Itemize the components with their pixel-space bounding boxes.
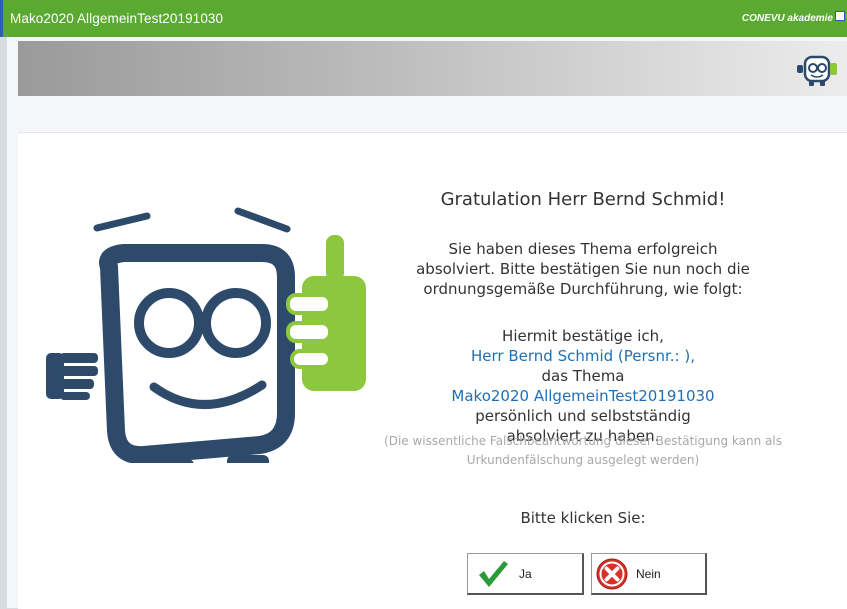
red-x-icon — [596, 558, 628, 590]
brand-label: CONEVU akademie — [741, 13, 833, 24]
no-button[interactable]: Nein — [591, 553, 707, 595]
conevu-logo-icon — [797, 55, 837, 86]
confirm-line: persönlich und selbstständig — [475, 407, 691, 425]
note-line: Urkundenfälschung ausgelegt werden) — [466, 453, 700, 467]
checkmark-icon — [479, 561, 508, 587]
intro-line: ordnungsgemäße Durchführung, wie folgt: — [423, 280, 743, 298]
no-label: Nein — [636, 567, 661, 581]
page-title: Gratulation Herr Bernd Schmid! — [440, 189, 726, 210]
confirm-line: das Thema — [541, 367, 625, 385]
header-banner — [18, 41, 847, 96]
intro-line: Sie haben dieses Thema erfolgreich — [448, 240, 718, 258]
confirmation-panel: Gratulation Herr Bernd Schmid! Sie haben… — [18, 132, 847, 609]
confirmation-text: Hiermit bestätige ich, Herr Bernd Schmid… — [348, 326, 818, 446]
legal-note: (Die wissentliche Falschbeantwortung die… — [348, 432, 818, 470]
note-line: (Die wissentliche Falschbeantwortung die… — [384, 434, 782, 448]
window-titlebar: Mako2020 AllgemeinTest20191030 CONEVU ak… — [0, 0, 847, 37]
person-name: Herr Bernd Schmid (Persnr.: ), — [471, 347, 695, 365]
yes-label: Ja — [519, 567, 532, 581]
mascot-illustration — [46, 207, 366, 463]
intro-text: Sie haben dieses Thema erfolgreich absol… — [348, 239, 818, 299]
yes-button[interactable]: Ja — [467, 553, 584, 595]
intro-line: absolviert. Bitte bestätigen Sie nun noc… — [416, 260, 750, 278]
window-control-icon[interactable] — [835, 11, 845, 21]
topic-name: Mako2020 AllgemeinTest20191030 — [451, 387, 715, 405]
app-window: Gratulation Herr Bernd Schmid! Sie haben… — [7, 37, 847, 609]
click-prompt: Bitte klicken Sie: — [520, 509, 646, 527]
confirm-line: Hiermit bestätige ich, — [502, 327, 664, 345]
window-title: Mako2020 AllgemeinTest20191030 — [10, 11, 224, 26]
